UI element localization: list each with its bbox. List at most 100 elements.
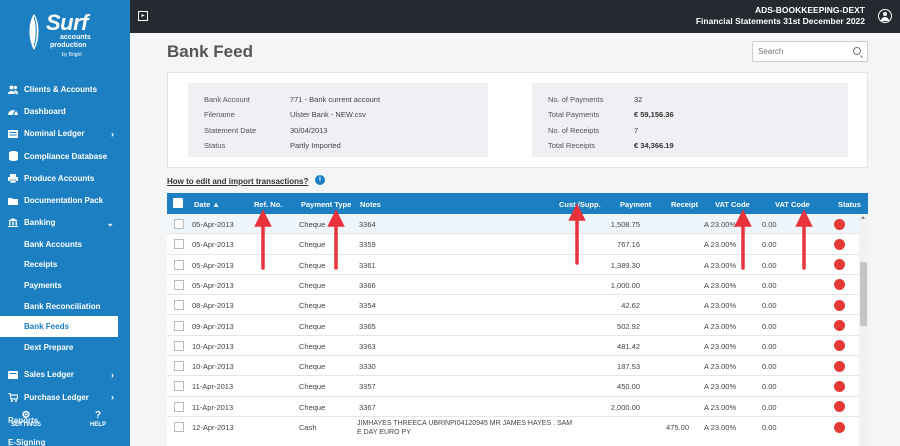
help-icon: ? xyxy=(94,410,102,421)
sidebar-item-nominal-ledger[interactable]: Nominal Ledger › xyxy=(0,123,130,145)
sidebar-item-label: Compliance Database xyxy=(24,151,108,161)
sidebar-item-purchase-ledger[interactable]: Purchase Ledger › xyxy=(0,386,130,408)
howto-link[interactable]: How to edit and import transactions? xyxy=(167,177,308,186)
sidebar-item-banking[interactable]: Banking ⌄ xyxy=(0,212,130,234)
search-icon[interactable] xyxy=(853,47,861,55)
cell-vat1: A 23.00% xyxy=(704,220,737,229)
table-header: Date ▲ Ref. No. Payment Type Notes Cust.… xyxy=(167,193,868,214)
page-title: Bank Feed xyxy=(167,42,253,61)
col-ref-no[interactable]: Ref. No. xyxy=(254,200,282,209)
sidebar-subitem-bank-reconciliation[interactable]: Bank Reconciliation xyxy=(0,296,130,317)
cell-date: 05-Apr-2013 xyxy=(192,280,234,290)
cell-payment: 1,508.75 xyxy=(610,220,640,229)
sidebar-subitem-label: Bank Accounts xyxy=(24,239,82,249)
cell-type: Cheque xyxy=(299,220,326,229)
col-payment[interactable]: Payment xyxy=(620,200,651,209)
cell-payment: 502.92 xyxy=(617,321,640,331)
table-row[interactable]: 10-Apr-2013 Cheque 3363 481.42 A 23.00% 0.00 xyxy=(167,336,859,357)
col-payment-type[interactable]: Payment Type xyxy=(301,200,351,209)
search-input[interactable] xyxy=(753,42,849,61)
col-date[interactable]: Date ▲ xyxy=(194,200,220,209)
sidebar-subitem-dext-prepare[interactable]: Dext Prepare xyxy=(0,337,130,358)
detail-value: Partly Imported xyxy=(290,141,341,150)
col-status[interactable]: Status xyxy=(838,200,861,209)
cell-vat1: A 23.00% xyxy=(704,280,737,290)
chevron-down-icon: ⌄ xyxy=(106,217,114,228)
col-receipt[interactable]: Receipt xyxy=(671,200,698,209)
scrollbar-thumb[interactable] xyxy=(860,262,867,326)
chevron-right-icon: › xyxy=(111,128,114,139)
sidebar-item-clients-accounts[interactable]: Clients & Accounts xyxy=(0,78,130,100)
detail-label: Statement Date xyxy=(204,126,257,135)
folder-icon xyxy=(8,196,18,206)
table-row[interactable]: 12-Apr-2013 Cash JIMHAYES THREECA UBRINPI0… xyxy=(167,417,859,446)
cell-notes: 3357 xyxy=(359,382,376,392)
detail-label: Bank Account xyxy=(204,95,250,104)
row-checkbox[interactable] xyxy=(174,259,184,270)
sidebar-subitem-bank-accounts[interactable]: Bank Accounts xyxy=(0,234,130,255)
col-vat-code-1[interactable]: VAT Code xyxy=(715,200,750,209)
table-row[interactable]: 05-Apr-2013 Cheque 3364 1,508.75 A 23.00% 0.0… xyxy=(167,214,859,235)
status-dot-icon xyxy=(834,320,845,331)
table-row[interactable]: 05-Apr-2013 Cheque 3366 1,000.00 A 23.00% 0.0… xyxy=(167,275,859,296)
purchase-icon xyxy=(8,392,18,402)
search-box[interactable] xyxy=(752,41,868,62)
row-checkbox[interactable] xyxy=(174,219,184,229)
scroll-up-icon[interactable] xyxy=(861,216,865,219)
col-notes[interactable]: Notes xyxy=(360,200,381,209)
cell-type: Cheque xyxy=(299,260,326,270)
row-checkbox[interactable] xyxy=(174,279,184,290)
row-checkbox[interactable] xyxy=(174,300,184,311)
select-all-checkbox[interactable] xyxy=(173,198,183,208)
settings-button[interactable]: ⚙ SETTINGS xyxy=(4,410,48,428)
table-row[interactable]: 11-Apr-2013 Cheque 3357 450.00 A 23.00% 0.00 xyxy=(167,376,859,397)
table-row[interactable]: 08-Apr-2013 Cheque 3354 42.62 A 23.00% 0.00 xyxy=(167,295,859,316)
table-scrollbar[interactable] xyxy=(859,214,868,446)
table-row[interactable]: 10-Apr-2013 Cheque 3330 187.53 A 23.00% 0.00 xyxy=(167,356,859,377)
user-avatar-icon[interactable] xyxy=(878,9,892,23)
cell-date: 11-Apr-2013 xyxy=(192,382,234,392)
cell-vat1: A 23.00% xyxy=(704,382,737,392)
sidebar-item-documentation-pack[interactable]: Documentation Pack xyxy=(0,189,130,211)
total-value: 32 xyxy=(634,95,643,104)
col-vat-code-2[interactable]: VAT Code xyxy=(775,200,810,209)
sidebar-item-produce-accounts[interactable]: Produce Accounts xyxy=(0,167,130,189)
chevron-right-icon: › xyxy=(111,391,114,402)
sidebar-item-dashboard[interactable]: Dashboard xyxy=(0,100,130,122)
table-row[interactable]: 11-Apr-2013 Cheque 3367 2,000.00 A 23.00% 0.0… xyxy=(167,397,859,417)
row-checkbox[interactable] xyxy=(174,381,184,392)
dashboard-icon xyxy=(8,106,18,116)
row-checkbox[interactable] xyxy=(174,239,184,250)
sidebar-item-compliance-database[interactable]: Compliance Database xyxy=(0,145,130,167)
row-checkbox[interactable] xyxy=(174,361,184,372)
col-cust-supp[interactable]: Cust./Supp. xyxy=(559,200,601,209)
cell-payment: 187.53 xyxy=(617,362,640,372)
cell-date: 05-Apr-2013 xyxy=(192,240,234,250)
help-button[interactable]: ? HELP xyxy=(78,410,118,428)
sidebar-subitem-payments[interactable]: Payments xyxy=(0,275,130,296)
sidebar-item-label: Documentation Pack xyxy=(24,196,104,206)
detail-value: 30/04/2013 xyxy=(290,126,328,135)
table-row[interactable]: 05-Apr-2013 Cheque 3361 1,389.30 A 23.00% 0.0… xyxy=(167,255,859,275)
cell-type: Cheque xyxy=(299,382,326,392)
cell-vat1: A 23.00% xyxy=(704,423,737,432)
cell-type: Cheque xyxy=(299,362,326,372)
row-checkbox[interactable] xyxy=(174,401,184,412)
row-checkbox[interactable] xyxy=(174,340,184,351)
table-row[interactable]: 05-Apr-2013 Cheque 3359 767.16 A 23.00% 0.00 xyxy=(167,234,859,255)
cell-type: Cheque xyxy=(299,402,326,412)
row-checkbox[interactable] xyxy=(174,320,184,331)
gear-icon: ⚙ xyxy=(21,410,31,421)
brand-logo[interactable]: Surf accounts production by Bright xyxy=(28,10,104,62)
info-icon[interactable]: i xyxy=(315,175,325,185)
row-checkbox[interactable] xyxy=(174,422,184,432)
table-row[interactable]: 09-Apr-2013 Cheque 3365 502.92 A 23.00% 0.00 xyxy=(167,316,859,336)
sidebar-subitem-receipts[interactable]: Receipts xyxy=(0,255,130,276)
sidebar-subitem-bank-feeds[interactable]: Bank Feeds xyxy=(0,316,118,338)
cell-vat2: 0.00 xyxy=(762,321,777,331)
sidebar-toggle-icon[interactable]: ▸ xyxy=(138,11,148,21)
cell-notes: 3359 xyxy=(359,240,376,250)
cell-vat1: A 23.00% xyxy=(704,341,737,351)
ledger-icon xyxy=(8,129,18,139)
sidebar-item-sales-ledger[interactable]: Sales Ledger › xyxy=(0,364,130,386)
